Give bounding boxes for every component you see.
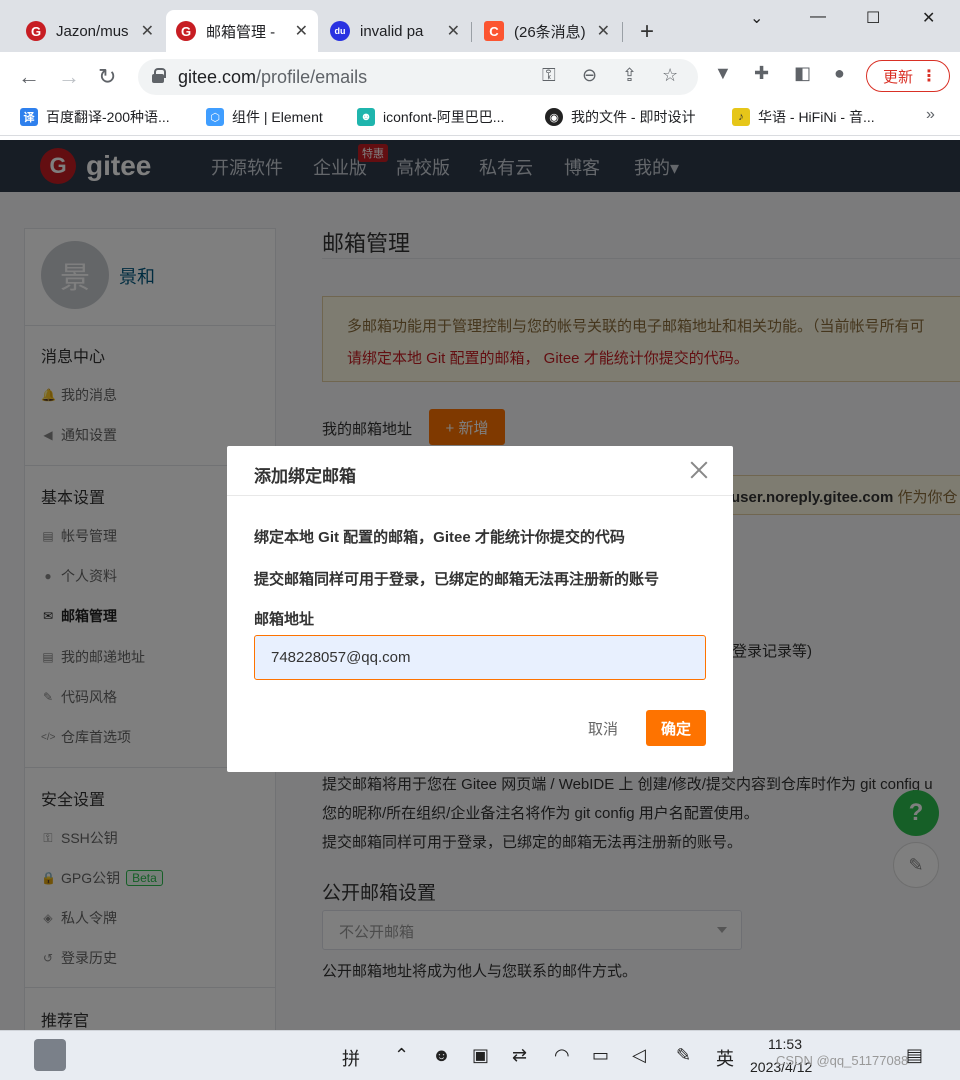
screen-capture-icon[interactable]: ▣ [472,1045,489,1066]
maximize-icon[interactable]: ☐ [866,8,880,28]
csdn-favicon-icon: C [484,21,504,41]
email-field-label: 邮箱地址 [254,611,315,628]
close-tab-icon[interactable]: ✕ [447,21,460,41]
key-icon[interactable]: ⚿ [542,65,556,86]
more-menu-icon[interactable]: ⋮ [921,66,937,86]
bookmark-label: 百度翻译-200种语... [46,109,170,125]
tab-title: 邮箱管理 - [206,23,276,41]
language-indicator[interactable]: 英 [716,1045,734,1071]
confirm-button[interactable]: 确定 [646,710,706,746]
dialog-info-line: 绑定本地 Git 配置的邮箱，Gitee 才能统计你提交的代码 [254,529,625,546]
element-logo-icon: ⬡ [206,108,224,126]
browser-tab[interactable]: du invalid pa ✕ [320,10,470,52]
wifi-icon[interactable]: ◠ [554,1045,570,1066]
bookmark-item[interactable]: ♪ 华语 - HiFiNi - 音... [732,107,875,127]
bookmark-item[interactable]: ◉ 我的文件 - 即时设计 [545,107,695,127]
back-arrow-icon[interactable]: ← [18,64,40,90]
new-tab-button[interactable]: + [640,18,654,46]
close-tab-icon[interactable]: ✕ [597,21,610,41]
battery-icon[interactable]: ▭ [592,1045,609,1066]
bookmark-item[interactable]: 译 百度翻译-200种语... [20,107,170,127]
dialog-title: 添加绑定邮箱 [254,467,356,486]
bookmark-star-icon[interactable]: ☆ [662,65,678,86]
tab-title: Jazon/mus [56,22,129,40]
dialog-header: 添加绑定邮箱 [227,446,733,496]
tab-title: invalid pa [360,22,424,40]
bookmark-item[interactable]: ☻ iconfont-阿里巴巴... [357,107,504,127]
profile-avatar-icon[interactable]: ● [834,63,845,84]
tab-title: (26条消息) [514,23,586,41]
ime-mode-indicator[interactable]: 拼 [342,1045,360,1071]
email-field[interactable] [254,635,706,680]
close-tab-icon[interactable]: ✕ [295,21,308,41]
windows-taskbar: 拼 ⌃ ☻ ▣ ⇄ ◠ ▭ ◁ ✎ 英 11:53 2023/4/12 CSDN… [0,1030,960,1080]
reload-icon[interactable]: ↻ [98,64,116,90]
address-bar[interactable]: gitee.com/profile/emails ⚿ ⊖ ⇪ ☆ [138,59,698,95]
close-tab-icon[interactable]: ✕ [141,21,154,41]
lock-icon [152,68,166,83]
close-window-icon[interactable]: ✕ [922,8,935,28]
pen-icon[interactable]: ✎ [676,1045,691,1066]
browser-tab[interactable]: C (26条消息) ✕ [474,10,620,52]
add-email-dialog: 添加绑定邮箱 绑定本地 Git 配置的邮箱，Gitee 才能统计你提交的代码 提… [227,446,733,772]
side-panel-icon[interactable]: ◧ [794,63,811,84]
zoom-icon[interactable]: ⊖ [582,65,597,86]
hifini-logo-icon: ♪ [732,108,750,126]
cancel-button[interactable]: 取消 [573,710,633,746]
update-label: 更新 [883,68,914,86]
browser-tab-bar: G Jazon/mus ✕ G 邮箱管理 - ✕ du invalid pa ✕… [0,0,960,52]
notification-icon[interactable]: ▤ [906,1045,923,1066]
volume-icon[interactable]: ◁ [632,1045,646,1066]
browser-tab-active[interactable]: G 邮箱管理 - ✕ [166,10,318,52]
watermark-text: CSDN @qq_51177088 [776,1053,909,1068]
translate-icon: 译 [20,108,38,126]
forward-arrow-icon[interactable]: → [58,64,80,90]
tab-search-icon[interactable]: ⌄ [750,8,763,28]
bookmark-label: iconfont-阿里巴巴... [383,109,505,125]
dialog-info-line: 提交邮箱同样可用于登录，已绑定的邮箱无法再注册新的账号 [254,571,660,588]
taskbar-app-icon[interactable] [34,1039,66,1071]
bookmark-label: 我的文件 - 即时设计 [571,109,696,125]
js-design-logo-icon: ◉ [545,108,563,126]
clock-time[interactable]: 11:53 [768,1036,802,1052]
tray-expand-icon[interactable]: ⌃ [394,1045,409,1066]
gitee-favicon-icon: G [26,21,46,41]
address-url: gitee.com/profile/emails [178,67,368,87]
tab-divider [471,22,472,42]
bookmarks-bar: 译 百度翻译-200种语... ⬡ 组件 | Element ☻ iconfon… [0,100,960,136]
iconfont-logo-icon: ☻ [357,108,375,126]
update-button[interactable]: 更新 ⋮ [866,60,950,92]
browser-tab[interactable]: G Jazon/mus ✕ [16,10,164,52]
settings-sliders-icon[interactable]: ⇄ [512,1045,527,1066]
bookmark-label: 组件 | Element [232,109,323,125]
gitee-favicon-icon: G [176,21,196,41]
qq-icon[interactable]: ☻ [432,1045,451,1066]
close-icon[interactable] [687,458,711,482]
minimize-icon[interactable]: — [810,8,826,26]
vue-devtools-icon[interactable]: ▼ [714,63,732,84]
tab-divider [622,22,623,42]
browser-toolbar: ← → ↻ gitee.com/profile/emails ⚿ ⊖ ⇪ ☆ [0,52,960,100]
share-icon[interactable]: ⇪ [622,65,637,86]
bookmarks-more-icon[interactable]: » [926,106,935,124]
baidu-favicon-icon: du [330,21,350,41]
bookmark-label: 华语 - HiFiNi - 音... [758,109,875,125]
extensions-puzzle-icon[interactable]: ✚ [754,63,769,84]
bookmark-item[interactable]: ⬡ 组件 | Element [206,107,323,127]
